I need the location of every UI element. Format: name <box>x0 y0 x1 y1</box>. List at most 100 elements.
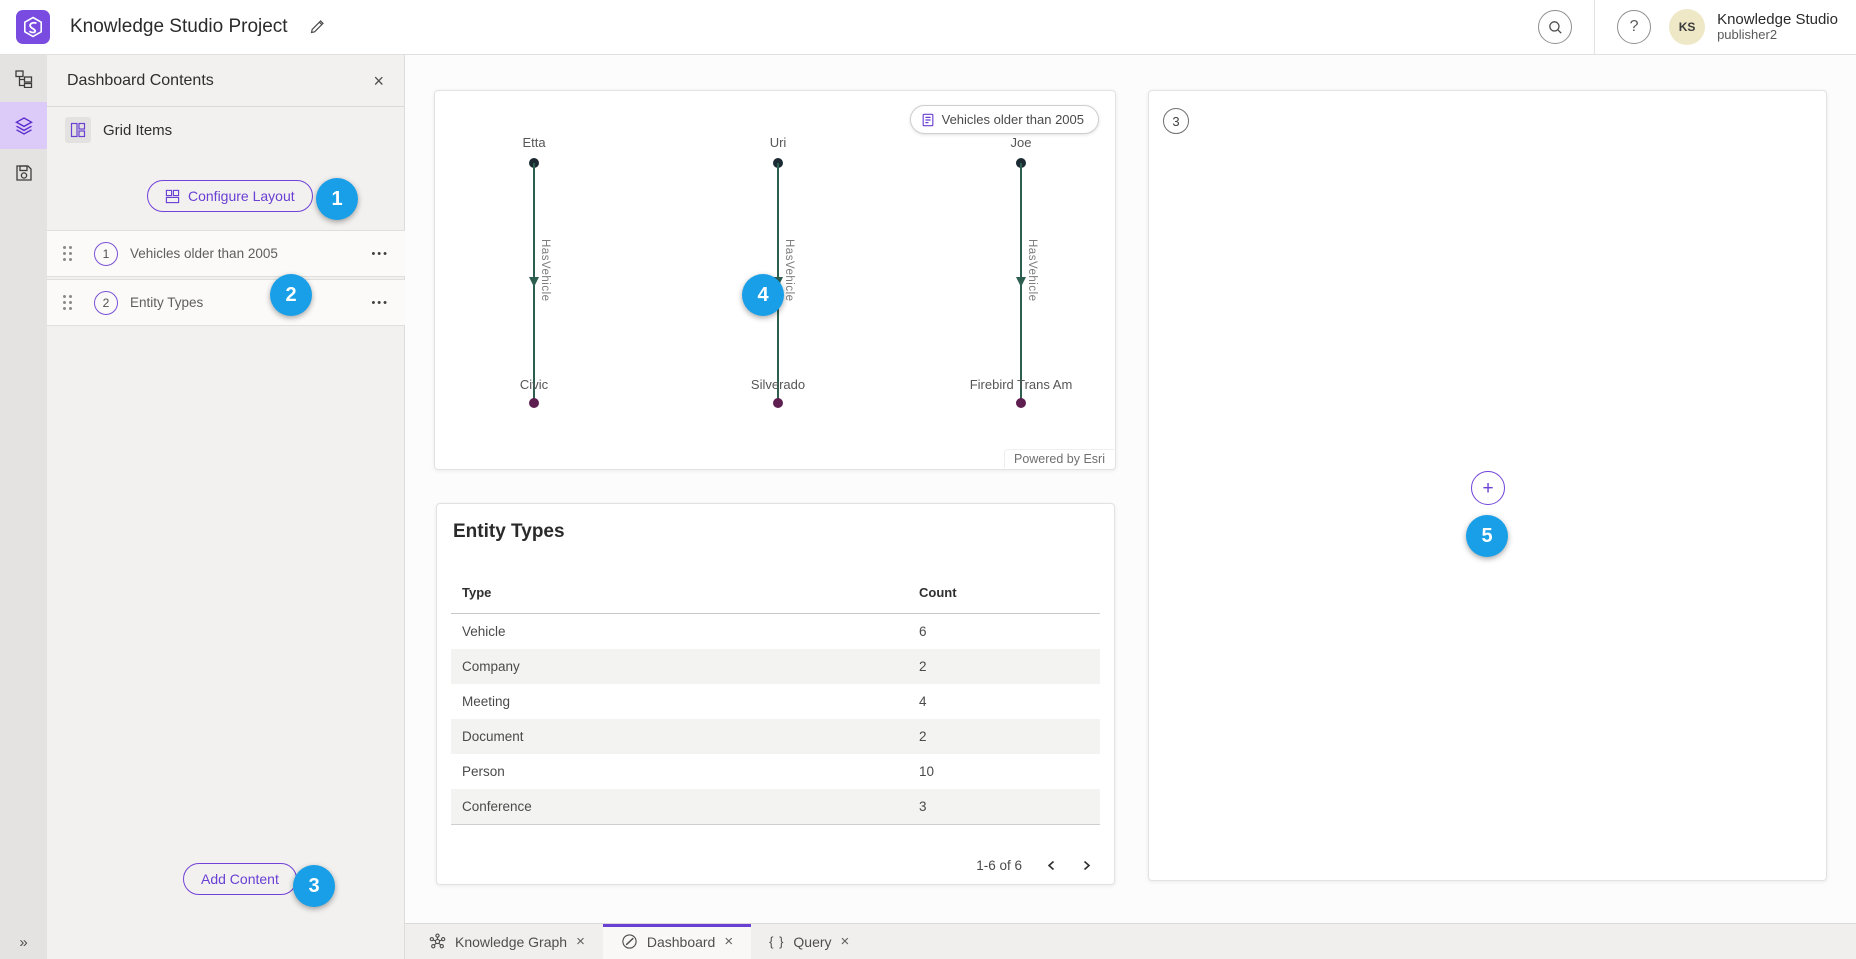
callout-badge-1: 1 <box>316 178 358 220</box>
table-row[interactable]: Conference 3 <box>451 789 1100 824</box>
grid-items-label: Grid Items <box>103 122 172 139</box>
column-header-count[interactable]: Count <box>908 585 1100 600</box>
table-row[interactable]: Company 2 <box>451 649 1100 684</box>
data-model-icon[interactable] <box>0 55 47 102</box>
tab-label: Knowledge Graph <box>455 934 567 950</box>
search-icon[interactable] <box>1538 10 1572 44</box>
graph-edge-label: HasVehicle <box>539 239 551 302</box>
dashboard-canvas: Vehicles older than 2005 Etta HasVehicle… <box>405 55 1856 923</box>
knowledge-graph-icon <box>429 933 446 950</box>
cell-count: 2 <box>908 729 1100 744</box>
callout-badge-2: 2 <box>270 274 312 316</box>
graph-node-label: Uri <box>770 135 787 150</box>
cell-count: 10 <box>908 764 1100 779</box>
graph-edge-arrow-icon <box>529 277 539 287</box>
avatar[interactable]: KS <box>1669 9 1705 45</box>
cell-count: 2 <box>908 659 1100 674</box>
tab-dashboard[interactable]: Dashboard × <box>603 924 751 959</box>
panel-title: Dashboard Contents <box>67 72 214 90</box>
graph-node-label: Silverado <box>751 377 805 392</box>
close-tab-icon[interactable]: × <box>576 934 585 949</box>
chevron-left-icon[interactable] <box>1046 860 1057 871</box>
bottom-tab-bar: Knowledge Graph × Dashboard × { } Query … <box>405 923 1856 959</box>
left-icon-rail: » <box>0 55 47 959</box>
graph-edge-arrow-icon <box>1016 277 1026 287</box>
user-role: publisher2 <box>1717 28 1838 43</box>
app-logo-icon[interactable] <box>16 10 50 44</box>
grid-layout-icon <box>65 117 91 143</box>
item-options-icon[interactable]: ••• <box>371 248 389 260</box>
layers-icon[interactable] <box>0 102 47 149</box>
tab-label: Dashboard <box>647 934 716 950</box>
entity-types-table: Type Count Vehicle 6 Company 2 Meeting 4… <box>451 572 1100 825</box>
callout-badge-4: 4 <box>742 274 784 316</box>
header-divider <box>1594 0 1595 55</box>
item-options-icon[interactable]: ••• <box>371 297 389 309</box>
callout-badge-3: 3 <box>293 865 335 907</box>
cell-type: Vehicle <box>451 624 908 639</box>
dashboard-icon <box>621 933 638 950</box>
layer-chip-label: Vehicles older than 2005 <box>942 112 1084 127</box>
pagination: 1-6 of 6 <box>976 858 1092 873</box>
cell-type: Company <box>451 659 908 674</box>
tab-knowledge-graph[interactable]: Knowledge Graph × <box>411 924 603 959</box>
add-content-button[interactable]: Add Content <box>183 863 297 895</box>
graph-node-label: Civic <box>520 377 548 392</box>
cell-type: Conference <box>451 799 908 814</box>
cell-count: 4 <box>908 694 1100 709</box>
tab-label: Query <box>793 934 831 950</box>
configure-layout-label: Configure Layout <box>188 188 295 204</box>
graph-node[interactable] <box>1016 398 1026 408</box>
graph-edge-label: HasVehicle <box>1026 239 1038 302</box>
slot-number-badge: 3 <box>1163 108 1189 134</box>
chevron-right-icon[interactable] <box>1081 860 1092 871</box>
close-panel-icon[interactable]: × <box>373 72 384 90</box>
drag-handle-icon[interactable] <box>63 246 72 261</box>
grid-items-section: Grid Items <box>47 107 404 147</box>
cell-type: Person <box>451 764 908 779</box>
item-label: Vehicles older than 2005 <box>130 246 278 261</box>
close-tab-icon[interactable]: × <box>724 934 733 949</box>
column-header-type[interactable]: Type <box>451 585 908 600</box>
header-right-cluster: ? KS Knowledge Studio publisher2 <box>1538 0 1856 54</box>
widget-title: Entity Types <box>437 504 1114 543</box>
drag-handle-icon[interactable] <box>63 295 72 310</box>
grid-item-entity-types[interactable]: 2 Entity Types ••• <box>47 279 405 326</box>
table-header-row: Type Count <box>451 572 1100 614</box>
table-row[interactable]: Document 2 <box>451 719 1100 754</box>
user-info[interactable]: Knowledge Studio publisher2 <box>1717 11 1838 43</box>
callout-badge-5: 5 <box>1466 515 1508 557</box>
empty-grid-slot[interactable]: 3 + <box>1148 90 1827 881</box>
configure-layout-button[interactable]: Configure Layout <box>147 180 313 212</box>
item-number-badge: 2 <box>94 291 118 315</box>
save-icon[interactable] <box>0 149 47 196</box>
table-row[interactable]: Person 10 <box>451 754 1100 789</box>
graph-node[interactable] <box>529 398 539 408</box>
graph-node[interactable] <box>773 398 783 408</box>
layer-chip[interactable]: Vehicles older than 2005 <box>910 105 1099 134</box>
close-tab-icon[interactable]: × <box>841 934 850 949</box>
graph-node-label: Firebird Trans Am <box>970 377 1073 392</box>
add-widget-icon[interactable]: + <box>1471 471 1505 505</box>
pagination-label: 1-6 of 6 <box>976 858 1022 873</box>
app-header: Knowledge Studio Project ? KS Knowledge … <box>0 0 1856 55</box>
page-title: Knowledge Studio Project <box>70 16 288 38</box>
item-number-badge: 1 <box>94 242 118 266</box>
cell-count: 3 <box>908 799 1100 814</box>
grid-item-vehicles-older-than-2005[interactable]: 1 Vehicles older than 2005 ••• <box>47 230 405 277</box>
graph-node-label: Etta <box>522 135 545 150</box>
esri-attribution: Powered by Esri <box>1004 449 1114 468</box>
graph-node-label: Joe <box>1011 135 1032 150</box>
table-row[interactable]: Meeting 4 <box>451 684 1100 719</box>
help-icon[interactable]: ? <box>1617 10 1651 44</box>
cell-type: Meeting <box>451 694 908 709</box>
panel-header: Dashboard Contents × <box>47 55 404 107</box>
graph-edge-label: HasVehicle <box>783 239 795 302</box>
query-icon: { } <box>769 934 784 949</box>
expand-rail-icon[interactable]: » <box>0 934 47 951</box>
table-row[interactable]: Vehicle 6 <box>451 614 1100 649</box>
entity-types-widget[interactable]: Entity Types Type Count Vehicle 6 Compan… <box>436 503 1115 885</box>
edit-title-icon[interactable] <box>308 18 326 36</box>
tab-query[interactable]: { } Query × <box>751 924 867 959</box>
user-name: Knowledge Studio <box>1717 11 1838 28</box>
